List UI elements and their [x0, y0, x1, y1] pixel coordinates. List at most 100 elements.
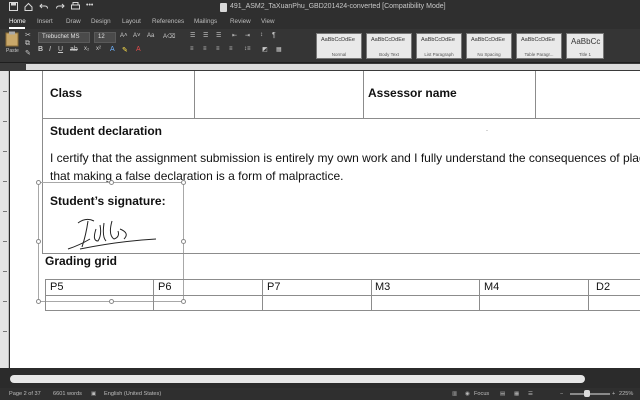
- line-spacing-icon[interactable]: ↕≡: [244, 46, 251, 52]
- grid-border: [371, 279, 372, 311]
- language-indicator[interactable]: English (United States): [104, 391, 161, 397]
- ribbon-home: Paste ✂ ⧉ ✎ Trebuchet MS 12 A˄ A˅ Aa A⌫ …: [0, 29, 640, 90]
- numbering-icon[interactable]: ☰: [203, 32, 208, 39]
- style-name: Normal: [331, 52, 347, 57]
- resize-handle[interactable]: [181, 299, 186, 304]
- web-layout-icon[interactable]: ▦: [514, 391, 519, 397]
- tab-home[interactable]: Home: [9, 18, 26, 25]
- zoom-out-icon[interactable]: −: [560, 391, 563, 397]
- italic-icon[interactable]: I: [49, 46, 51, 53]
- resize-handle[interactable]: [109, 180, 114, 185]
- style-list-paragraph[interactable]: AaBbCcDdEe List Paragraph: [416, 33, 462, 59]
- strikethrough-icon[interactable]: ab: [70, 46, 78, 53]
- increase-indent-icon[interactable]: ⇥: [245, 32, 250, 39]
- vertical-ruler[interactable]: [0, 71, 9, 368]
- font-name-box[interactable]: Trebuchet MS: [38, 32, 90, 43]
- ruler-bar: [26, 64, 640, 70]
- resize-handle[interactable]: [181, 180, 186, 185]
- subscript-icon[interactable]: x₂: [84, 46, 89, 52]
- table-border: [363, 71, 364, 118]
- ruler-tick: [3, 241, 7, 242]
- tab-insert[interactable]: Insert: [37, 18, 53, 25]
- align-right-icon[interactable]: ≡: [216, 46, 220, 52]
- tab-review[interactable]: Review: [230, 18, 251, 25]
- zoom-slider[interactable]: [570, 393, 610, 395]
- ribbon-tabs: Home Insert Draw Design Layout Reference…: [0, 17, 640, 29]
- tab-draw[interactable]: Draw: [66, 18, 81, 25]
- style-name: Table Paragr...: [524, 52, 554, 57]
- word-window: ••• 491_ASM2_TaXuanPhu_GBD201424-convert…: [0, 0, 640, 400]
- document-page[interactable]: Class Assessor name Student declaration …: [10, 71, 640, 368]
- outline-view-icon[interactable]: ☰: [528, 391, 533, 397]
- highlight-icon[interactable]: ✎: [122, 46, 128, 54]
- tab-references[interactable]: References: [152, 18, 184, 25]
- save-icon[interactable]: [9, 2, 18, 14]
- print-layout-icon[interactable]: ▤: [500, 391, 505, 397]
- resize-handle[interactable]: [36, 180, 41, 185]
- horizontal-scrollbar[interactable]: [0, 368, 640, 388]
- home-icon[interactable]: [24, 2, 33, 14]
- title-bar: ••• 491_ASM2_TaXuanPhu_GBD201424-convert…: [0, 0, 640, 17]
- ruler-tick: [3, 121, 7, 122]
- underline-icon[interactable]: U: [58, 46, 63, 53]
- bullets-icon[interactable]: ☰: [190, 32, 195, 39]
- focus-label[interactable]: Focus: [474, 391, 489, 397]
- grid-header-cell: D2: [596, 281, 611, 293]
- horizontal-ruler[interactable]: [0, 63, 640, 71]
- grading-grid-heading: Grading grid: [45, 254, 117, 268]
- change-case-icon[interactable]: Aa: [147, 33, 154, 39]
- paste-button[interactable]: [5, 31, 19, 49]
- resize-handle[interactable]: [36, 239, 41, 244]
- style-table-paragraph[interactable]: AaBbCcDdEe Table Paragr...: [516, 33, 562, 59]
- style-title-1[interactable]: AaBbCc Title 1: [566, 33, 604, 59]
- borders-icon[interactable]: ▦: [276, 46, 282, 53]
- scrollbar-thumb[interactable]: [10, 375, 585, 383]
- font-color-icon[interactable]: A: [136, 46, 141, 53]
- style-body-text[interactable]: AaBbCcDdEe Body Text: [366, 33, 412, 59]
- justify-icon[interactable]: ≡: [229, 46, 233, 52]
- zoom-slider-knob[interactable]: [584, 390, 590, 397]
- read-mode-icon[interactable]: ▥: [452, 391, 457, 397]
- decrease-indent-icon[interactable]: ⇤: [232, 32, 237, 39]
- cut-icon[interactable]: ✂: [25, 31, 31, 39]
- tab-design[interactable]: Design: [91, 18, 111, 25]
- redo-icon[interactable]: [56, 2, 65, 14]
- print-icon[interactable]: [71, 2, 80, 14]
- focus-icon[interactable]: ◉: [465, 391, 470, 397]
- resize-handle[interactable]: [181, 239, 186, 244]
- tab-mailings[interactable]: Mailings: [194, 18, 217, 25]
- ruler-tick: [3, 301, 7, 302]
- text-effects-icon[interactable]: A: [110, 46, 115, 53]
- sort-icon[interactable]: ↕: [260, 32, 263, 38]
- more-commands-icon[interactable]: •••: [86, 2, 93, 9]
- style-normal[interactable]: AaBbCcDdEe Normal: [316, 33, 362, 59]
- clear-format-icon[interactable]: A⌫: [163, 33, 176, 40]
- bold-icon[interactable]: B: [38, 46, 43, 53]
- page-count[interactable]: Page 2 of 37: [9, 391, 41, 397]
- proofing-icon[interactable]: ▣: [91, 391, 96, 397]
- font-size-box[interactable]: 12: [94, 32, 116, 43]
- tab-layout[interactable]: Layout: [122, 18, 141, 25]
- format-painter-icon[interactable]: ✎: [25, 49, 31, 57]
- superscript-icon[interactable]: x²: [96, 46, 101, 52]
- multilevel-list-icon[interactable]: ☰: [216, 32, 221, 39]
- pilcrow-icon[interactable]: ¶: [272, 32, 276, 39]
- undo-icon[interactable]: [39, 2, 48, 14]
- zoom-in-icon[interactable]: +: [612, 391, 615, 397]
- shrink-font-icon[interactable]: A˅: [133, 33, 141, 39]
- align-left-icon[interactable]: ≡: [190, 46, 194, 52]
- stray-mark: ·: [486, 128, 488, 134]
- grid-header-cell: P7: [267, 281, 281, 293]
- word-count[interactable]: 6601 words: [53, 391, 82, 397]
- zoom-level[interactable]: 225%: [619, 391, 633, 397]
- resize-handle[interactable]: [36, 299, 41, 304]
- copy-icon[interactable]: ⧉: [25, 40, 30, 48]
- tab-view[interactable]: View: [261, 18, 275, 25]
- clipboard-icon: [5, 31, 19, 47]
- shading-icon[interactable]: ◩: [262, 46, 268, 53]
- style-no-spacing[interactable]: AaBbCcDdEe No Spacing: [466, 33, 512, 59]
- table-border: [194, 71, 195, 118]
- resize-handle[interactable]: [109, 299, 114, 304]
- grow-font-icon[interactable]: A˄: [120, 33, 128, 39]
- align-center-icon[interactable]: ≡: [203, 46, 207, 52]
